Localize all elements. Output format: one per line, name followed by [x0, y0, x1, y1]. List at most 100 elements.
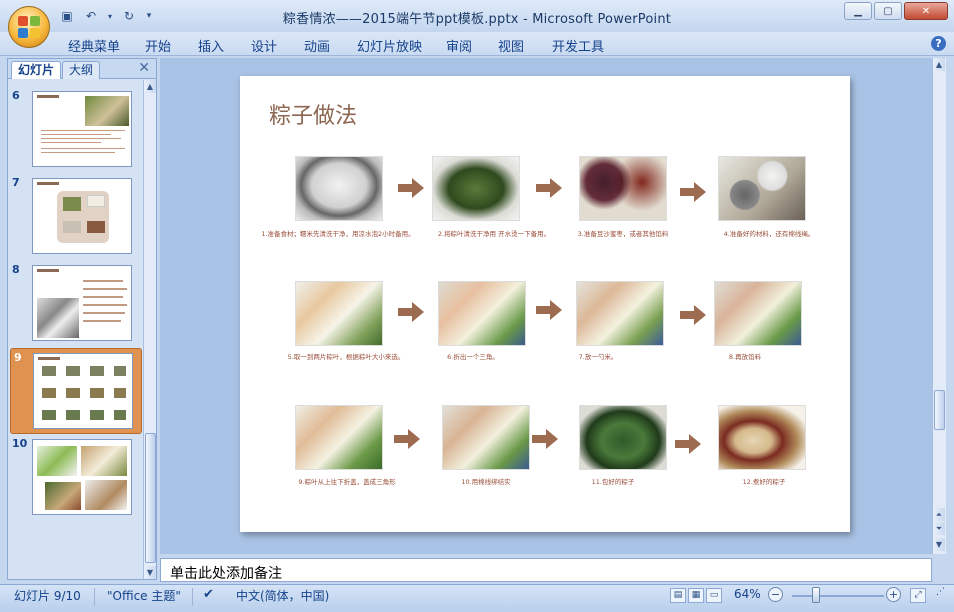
- menu-animation[interactable]: 动画: [304, 36, 330, 55]
- slide-thumbnail-6[interactable]: 6: [12, 89, 138, 175]
- menu-review[interactable]: 审阅: [446, 36, 472, 55]
- step-photo-7: [576, 281, 664, 346]
- ribbon-tabs: 经典菜单 开始 插入 设计 动画 幻灯片放映 审阅 视图 开发工具 ?: [0, 32, 954, 56]
- step-caption-10: 10.用棉线绑结实: [461, 478, 511, 486]
- next-slide-icon[interactable]: ⏷: [933, 522, 945, 535]
- scroll-thumb[interactable]: [145, 433, 156, 563]
- slide-thumbnail-10[interactable]: 10: [12, 437, 138, 523]
- menu-developer[interactable]: 开发工具: [552, 36, 604, 55]
- slideshow-view-button[interactable]: ▭: [706, 588, 722, 603]
- next-step-arrow-icon: [680, 305, 706, 325]
- menu-slideshow[interactable]: 幻灯片放映: [357, 36, 422, 55]
- current-slide[interactable]: 粽子做法 1.准备食材；糯米先清洗干净，用凉水泡2小时备用。 2.将粽叶清洗干净…: [240, 76, 850, 532]
- thumbnail-number: 9: [14, 351, 22, 364]
- thumbnail-preview: [32, 91, 132, 167]
- tab-slides[interactable]: 幻灯片: [11, 61, 62, 79]
- step-caption-1: 1.准备食材；糯米先清洗干净，用凉水泡2小时备用。: [261, 230, 415, 238]
- step-photo-11: [579, 405, 667, 470]
- minimize-button[interactable]: ▁: [844, 2, 872, 20]
- next-step-arrow-icon: [536, 178, 562, 198]
- office-button[interactable]: [8, 6, 50, 48]
- window-title: 粽香情浓——2015端午节ppt模板.pptx - Microsoft Powe…: [282, 12, 672, 27]
- slide-sorter-view-button[interactable]: ▦: [688, 588, 704, 603]
- next-step-arrow-icon: [394, 429, 420, 449]
- status-theme[interactable]: "Office 主题": [107, 587, 181, 604]
- zoom-in-icon[interactable]: +: [886, 587, 901, 602]
- next-step-arrow-icon: [675, 434, 701, 454]
- next-step-arrow-icon: [532, 429, 558, 449]
- step-caption-2: 2.将粽叶清洗干净用 开水烫一下备用。: [437, 230, 551, 238]
- step-caption-5: 5.取一到两片粽叶，根据粽叶大小来选。: [287, 353, 405, 361]
- spelling-check-icon[interactable]: ✔: [203, 587, 214, 602]
- zoom-slider-knob[interactable]: [812, 587, 820, 603]
- slide-thumbnail-9[interactable]: 9: [10, 348, 142, 434]
- status-slide-count: 幻灯片 9/10: [14, 589, 81, 603]
- next-step-arrow-icon: [536, 300, 562, 320]
- thumbnail-preview: [33, 353, 133, 429]
- step-caption-7: 7.放一勺米。: [578, 353, 618, 361]
- step-photo-9: [295, 405, 383, 470]
- step-photo-2: [432, 156, 520, 221]
- resize-grip-icon: ⋰: [936, 587, 945, 597]
- step-caption-8: 8.再放馅料: [728, 353, 762, 361]
- zoom-level[interactable]: 64%: [734, 587, 761, 601]
- step-photo-5: [295, 281, 383, 346]
- thumbnail-number: 8: [12, 263, 20, 276]
- office-logo-icon: [18, 16, 40, 38]
- help-icon[interactable]: ?: [931, 36, 946, 51]
- step-photo-1: [295, 156, 383, 221]
- fit-to-window-icon[interactable]: ⤢: [910, 588, 926, 603]
- menu-view[interactable]: 视图: [498, 36, 524, 55]
- slide-thumbnail-8[interactable]: 8: [12, 263, 138, 349]
- thumbnail-number: 6: [12, 89, 20, 102]
- window-controls: ▁ ▢ ✕: [844, 2, 948, 20]
- step-caption-3: 3.准备豆沙蜜枣，或者其他馅料: [577, 230, 669, 238]
- notes-placeholder: 单击此处添加备注: [170, 566, 282, 582]
- step-caption-11: 11.包好的粽子: [591, 478, 635, 486]
- thumbnail-list: 6 7 8 9 10: [8, 80, 144, 579]
- notes-pane[interactable]: 单击此处添加备注: [160, 558, 932, 582]
- step-photo-10: [442, 405, 530, 470]
- thumbnail-number: 7: [12, 176, 20, 189]
- thumbnail-number: 10: [12, 437, 28, 450]
- maximize-button[interactable]: ▢: [874, 2, 902, 20]
- slide-editing-area: 粽子做法 1.准备食材；糯米先清洗干净，用凉水泡2小时备用。 2.将粽叶清洗干净…: [160, 58, 934, 554]
- zoom-slider[interactable]: [792, 595, 884, 597]
- title-bar: ▣ ↶ ▾ ↻ ▾ 粽香情浓——2015端午节ppt模板.pptx - Micr…: [0, 0, 954, 32]
- zoom-out-icon[interactable]: −: [768, 587, 783, 602]
- thumbnail-preview: [32, 439, 132, 515]
- step-caption-9: 9.粽叶从上往下折盖，盖成三角形: [298, 478, 396, 486]
- next-step-arrow-icon: [680, 182, 706, 202]
- status-bar: 幻灯片 9/10 "Office 主题" ✔ 中文(简体，中国) ▤ ▦ ▭ 6…: [0, 584, 954, 612]
- close-button[interactable]: ✕: [904, 2, 948, 20]
- thumbnail-preview: [32, 178, 132, 254]
- thumbnail-scrollbar[interactable]: ▲ ▼: [143, 80, 156, 579]
- menu-classic[interactable]: 经典菜单: [68, 36, 120, 55]
- step-photo-12: [718, 405, 806, 470]
- pane-tabs: 幻灯片 大纲 ✕: [8, 59, 156, 79]
- scroll-up-icon[interactable]: ▲: [144, 80, 156, 93]
- slide-scrollbar[interactable]: ▲ ⏶ ⏷ ▼: [932, 58, 946, 554]
- step-caption-4: 4.准备好的材料，还有棉线绳。: [723, 230, 815, 238]
- scroll-thumb[interactable]: [934, 390, 945, 430]
- slide-title[interactable]: 粽子做法: [269, 98, 357, 130]
- thumbnail-preview: [32, 265, 132, 341]
- next-step-arrow-icon: [398, 178, 424, 198]
- menu-design[interactable]: 设计: [251, 36, 277, 55]
- menu-insert[interactable]: 插入: [198, 36, 224, 55]
- normal-view-button[interactable]: ▤: [670, 588, 686, 603]
- step-photo-6: [438, 281, 526, 346]
- slide-thumbnail-7[interactable]: 7: [12, 176, 138, 262]
- previous-slide-icon[interactable]: ⏶: [933, 508, 945, 521]
- next-step-arrow-icon: [398, 302, 424, 322]
- step-caption-6: 6.折出一个三角。: [447, 353, 499, 361]
- scroll-up-icon[interactable]: ▲: [933, 58, 945, 71]
- scroll-down-icon[interactable]: ▼: [933, 538, 945, 551]
- step-caption-12: 12.煮好的粽子: [742, 478, 786, 486]
- menu-home[interactable]: 开始: [145, 36, 171, 55]
- status-language[interactable]: 中文(简体，中国): [236, 587, 329, 604]
- close-pane-icon[interactable]: ✕: [138, 60, 150, 76]
- scroll-down-icon[interactable]: ▼: [144, 566, 156, 579]
- tab-outline[interactable]: 大纲: [62, 61, 101, 79]
- slides-pane: 幻灯片 大纲 ✕ 6 7 8 9 10 ▲ ▼: [7, 58, 157, 580]
